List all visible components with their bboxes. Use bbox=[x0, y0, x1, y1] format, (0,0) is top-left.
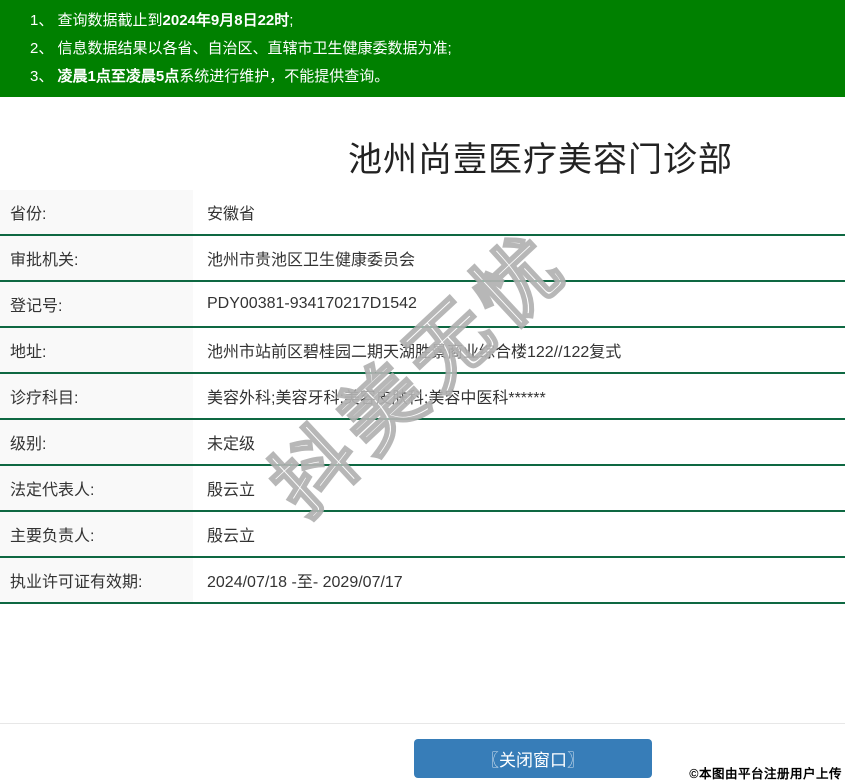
field-value: 池州市站前区碧桂园二期天湖胜景商业综合楼122//122复式 bbox=[207, 344, 622, 361]
field-label: 地址: bbox=[0, 328, 193, 372]
notice-line-2: 2、 信息数据结果以各省、自治区、直辖市卫生健康委数据为准; bbox=[30, 35, 835, 63]
notice-3-bold: 凌晨1点至凌晨5点 bbox=[57, 68, 180, 85]
footer-bar: 〖关闭窗口〗 ©本图由平台注册用户上传 bbox=[0, 723, 845, 780]
field-label: 级别: bbox=[0, 420, 193, 464]
field-label: 主要负责人: bbox=[0, 512, 193, 556]
field-value: 2024/07/18 -至- 2029/07/17 bbox=[207, 574, 403, 591]
table-row-address: 地址: 池州市站前区碧桂园二期天湖胜景商业综合楼122//122复式 bbox=[0, 328, 845, 374]
table-row-registration-number: 登记号: PDY00381-934170217D1542 bbox=[0, 282, 845, 328]
notice-line-3: 3、 凌晨1点至凌晨5点系统进行维护，不能提供查询。 bbox=[30, 63, 835, 91]
field-value: 殷云立 bbox=[207, 482, 256, 499]
field-value: 安徽省 bbox=[207, 206, 256, 223]
field-value: 未定级 bbox=[207, 436, 256, 453]
page-title: 池州尚壹医疗美容门诊部 bbox=[348, 141, 733, 179]
field-label: 执业许可证有效期: bbox=[0, 558, 193, 602]
field-label: 审批机关: bbox=[0, 236, 193, 280]
table-row-main-person-in-charge: 主要负责人: 殷云立 bbox=[0, 512, 845, 558]
table-row-medical-subjects: 诊疗科目: 美容外科;美容牙科;美容皮肤科;美容中医科****** bbox=[0, 374, 845, 420]
notice-1-suffix: ; bbox=[289, 12, 294, 29]
close-window-button[interactable]: 〖关闭窗口〗 bbox=[414, 739, 652, 778]
field-label: 法定代表人: bbox=[0, 466, 193, 510]
field-value: 殷云立 bbox=[207, 528, 256, 545]
field-label: 省份: bbox=[0, 190, 193, 234]
field-value: PDY00381-934170217D1542 bbox=[207, 295, 417, 312]
info-table: 省份: 安徽省 审批机关: 池州市贵池区卫生健康委员会 登记号: PDY0038… bbox=[0, 190, 845, 604]
table-row-level: 级别: 未定级 bbox=[0, 420, 845, 466]
notice-1-bold: 2024年9月8日22时 bbox=[162, 12, 290, 29]
field-label: 登记号: bbox=[0, 282, 193, 326]
field-value: 池州市贵池区卫生健康委员会 bbox=[207, 252, 416, 269]
field-label: 诊疗科目: bbox=[0, 374, 193, 418]
table-row-approval-authority: 审批机关: 池州市贵池区卫生健康委员会 bbox=[0, 236, 845, 282]
field-value: 美容外科;美容牙科;美容皮肤科;美容中医科****** bbox=[207, 390, 546, 407]
table-row-license-validity: 执业许可证有效期: 2024/07/18 -至- 2029/07/17 bbox=[0, 558, 845, 604]
notice-3-suffix: 系统进行维护，不能提供查询。 bbox=[179, 68, 390, 85]
table-row-legal-representative: 法定代表人: 殷云立 bbox=[0, 466, 845, 512]
notice-3-text: 3、 bbox=[30, 68, 58, 85]
notice-line-1: 1、 查询数据截止到2024年9月8日22时; bbox=[30, 7, 835, 35]
notice-2-text: 2、 信息数据结果以各省、自治区、直辖市卫生健康委数据为准; bbox=[30, 40, 452, 57]
notice-1-text: 1、 查询数据截止到 bbox=[30, 12, 163, 29]
notice-banner: 1、 查询数据截止到2024年9月8日22时; 2、 信息数据结果以各省、自治区… bbox=[0, 0, 845, 97]
table-row-province: 省份: 安徽省 bbox=[0, 190, 845, 236]
copyright-note: ©本图由平台注册用户上传 bbox=[689, 767, 842, 780]
